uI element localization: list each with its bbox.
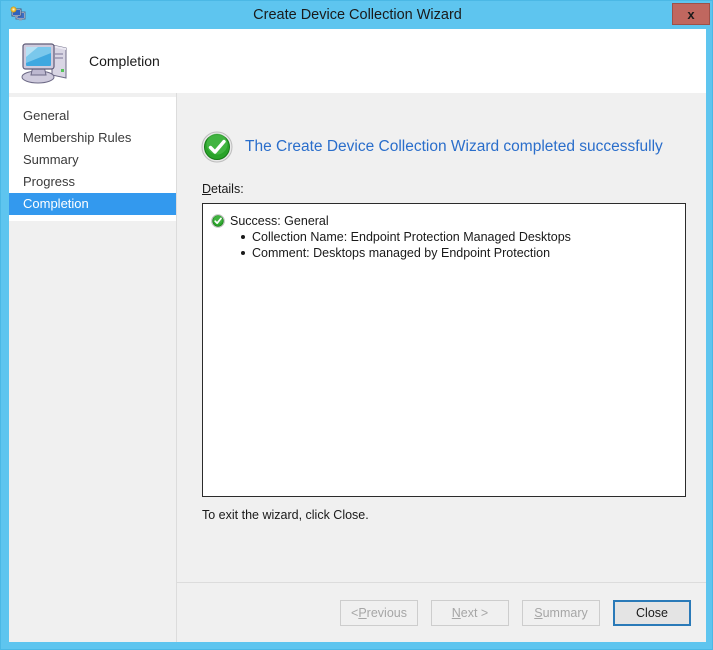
details-label-rest: etails:	[211, 182, 244, 196]
summary-button-label: ummary	[542, 606, 588, 620]
detail-heading-row: Success: General	[211, 213, 685, 229]
wizard-content: The Create Device Collection Wizard comp…	[177, 93, 706, 642]
success-check-icon	[211, 214, 225, 228]
summary-button-accel: S	[534, 606, 543, 620]
window-title: Create Device Collection Wizard	[253, 7, 462, 23]
sidebar-item-progress[interactable]: Progress	[9, 171, 176, 193]
list-item: Collection Name: Endpoint Protection Man…	[241, 229, 685, 245]
wizard-sidebar: General Membership Rules Summary Progres…	[9, 93, 176, 642]
summary-button[interactable]: Summary	[522, 600, 600, 626]
computer-icon	[18, 33, 74, 89]
sidebar-step-list: General Membership Rules Summary Progres…	[9, 97, 176, 221]
wizard-header: Completion	[9, 29, 706, 93]
previous-button-accel: P	[358, 606, 367, 620]
sidebar-item-membership-rules[interactable]: Membership Rules	[9, 127, 176, 149]
details-accelerator: D	[202, 182, 212, 196]
close-button[interactable]: Close	[613, 600, 691, 626]
previous-button-label: revious	[366, 606, 407, 620]
exit-instruction: To exit the wizard, click Close.	[202, 508, 369, 522]
details-label: Details:	[202, 182, 244, 196]
detail-entry: Success: General Collection Name: Endpoi…	[203, 204, 685, 261]
details-box[interactable]: Success: General Collection Name: Endpoi…	[202, 203, 686, 497]
list-item: Comment: Desktops managed by Endpoint Pr…	[241, 245, 685, 261]
title-bar: Create Device Collection Wizard x	[1, 1, 713, 29]
close-icon[interactable]: x	[672, 3, 710, 25]
success-check-icon	[201, 131, 233, 163]
sidebar-item-summary[interactable]: Summary	[9, 149, 176, 171]
next-button[interactable]: Next >	[431, 600, 509, 626]
sidebar-item-completion[interactable]: Completion	[9, 193, 176, 215]
footer-divider-left	[9, 582, 176, 583]
detail-heading-text: Success: General	[230, 214, 329, 228]
completion-status: The Create Device Collection Wizard comp…	[201, 131, 663, 163]
page-title: Completion	[89, 53, 160, 69]
button-bar: < Previous Next > Summary Close	[177, 583, 706, 642]
wizard-window: Create Device Collection Wizard x Comple…	[0, 0, 713, 650]
previous-button[interactable]: < Previous	[340, 600, 418, 626]
completion-status-text: The Create Device Collection Wizard comp…	[245, 138, 663, 155]
close-button-label: Close	[636, 606, 668, 620]
previous-button-prefix: <	[351, 606, 359, 620]
sidebar-item-general[interactable]: General	[9, 105, 176, 127]
detail-bullet-list: Collection Name: Endpoint Protection Man…	[211, 229, 685, 261]
wizard-body: General Membership Rules Summary Progres…	[9, 93, 706, 642]
next-button-accel: N	[451, 606, 461, 620]
next-button-label: ext >	[460, 606, 489, 620]
